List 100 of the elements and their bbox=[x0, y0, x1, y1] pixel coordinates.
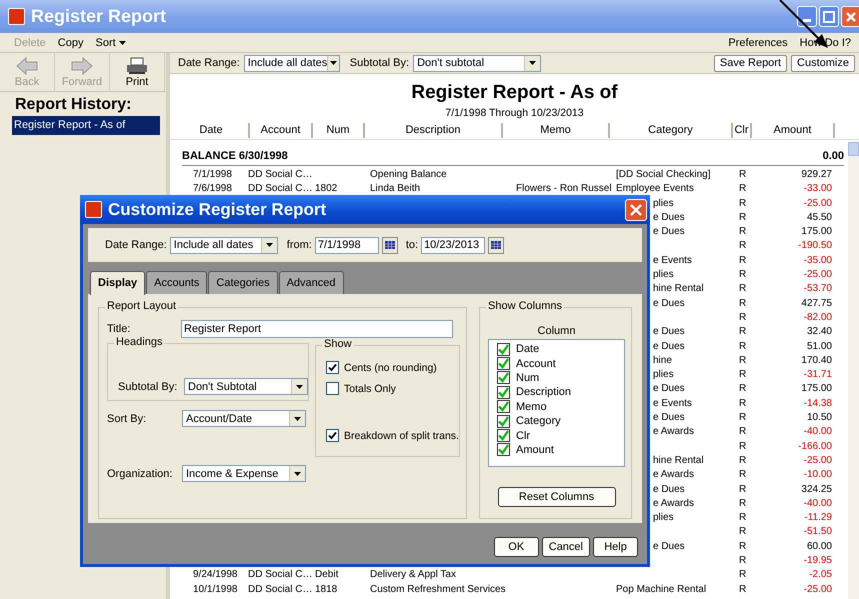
date-range-dropdown[interactable]: Include all dates bbox=[244, 54, 340, 72]
caret-icon bbox=[294, 416, 301, 420]
column-header[interactable]: Num bbox=[313, 123, 365, 138]
checkbox[interactable] bbox=[497, 357, 510, 370]
date-range-dropdown[interactable]: Include all dates bbox=[170, 236, 278, 254]
caret-icon bbox=[266, 243, 273, 247]
left-arrow-icon bbox=[16, 56, 38, 74]
column-list-item[interactable]: Amount bbox=[497, 442, 624, 458]
table-cell-text: 175.00 bbox=[800, 225, 832, 240]
table-cell-text: R bbox=[739, 354, 748, 368]
table-cell-text: 427.75 bbox=[800, 296, 832, 311]
table-cell-text: R bbox=[739, 196, 748, 211]
report-subtitle: 7/1/1998 Through 10/23/2013 bbox=[444, 106, 585, 121]
table-cell: DD Social C… bbox=[248, 183, 312, 194]
table-cell-text: R bbox=[739, 168, 748, 182]
checkbox[interactable] bbox=[497, 400, 510, 414]
tab[interactable]: Accounts bbox=[146, 271, 208, 294]
dialog-button[interactable]: OK bbox=[494, 537, 539, 557]
toolbar-button[interactable]: Customize bbox=[791, 54, 855, 72]
subtotal-dropdown[interactable]: Don't Subtotal bbox=[184, 378, 308, 395]
checkbox-option[interactable]: Breakdown of split trans. bbox=[326, 429, 459, 442]
date-field[interactable]: 10/23/2013 bbox=[421, 236, 486, 254]
minimize-button[interactable] bbox=[797, 6, 817, 27]
calendar-button[interactable] bbox=[382, 236, 398, 254]
checkbox[interactable] bbox=[497, 342, 510, 356]
table-cell: Pop Machine Rental bbox=[616, 584, 706, 595]
column-list-item[interactable]: Account bbox=[497, 356, 624, 371]
table-cell: 10/1/1998 bbox=[193, 584, 238, 595]
checkbox[interactable] bbox=[497, 443, 510, 456]
sort-dropdown[interactable]: Account/Date bbox=[182, 410, 306, 427]
history-item[interactable]: Register Report - As of bbox=[12, 116, 160, 135]
column-header[interactable]: Account bbox=[250, 123, 313, 138]
table-cell-text: R bbox=[739, 225, 748, 240]
column-list-item[interactable]: Category bbox=[497, 414, 624, 428]
caret-icon bbox=[296, 384, 303, 388]
scrollbar[interactable] bbox=[848, 142, 859, 599]
table-cell-text: R bbox=[739, 554, 748, 568]
table-cell-text: 51.00 bbox=[806, 340, 832, 354]
checkbox[interactable] bbox=[326, 429, 339, 442]
report-title: Register Report - As of bbox=[410, 81, 619, 105]
checkbox[interactable] bbox=[326, 361, 339, 374]
table-cell-text: R bbox=[739, 511, 748, 526]
menu-item[interactable]: Copy bbox=[58, 36, 84, 48]
checkbox[interactable] bbox=[497, 371, 510, 384]
table-cell: hine bbox=[653, 354, 672, 366]
tab[interactable]: Advanced bbox=[278, 271, 344, 294]
table-cell: e Dues bbox=[653, 412, 685, 424]
table-cell-text: 175.00 bbox=[800, 382, 832, 396]
calendar-button[interactable] bbox=[488, 236, 504, 254]
table-cell: DD Social C… bbox=[248, 569, 312, 580]
checkbox[interactable] bbox=[497, 429, 510, 442]
table-cell-text: 60.00 bbox=[806, 540, 832, 554]
table-cell: e Dues bbox=[653, 226, 685, 238]
dialog-button[interactable]: Cancel bbox=[542, 537, 590, 557]
column-header[interactable]: Category bbox=[610, 123, 733, 138]
toolbar-button[interactable]: Print bbox=[110, 53, 165, 91]
column-list-item[interactable]: Num bbox=[497, 370, 624, 386]
printer-icon bbox=[126, 56, 148, 74]
table-cell-text: R bbox=[739, 340, 748, 354]
column-list-item[interactable]: Description bbox=[497, 385, 624, 400]
menu-item[interactable]: Sort bbox=[95, 36, 126, 48]
menu-item[interactable]: Preferences bbox=[728, 36, 788, 48]
organization-dropdown[interactable]: Income & Expense bbox=[182, 465, 306, 482]
close-button[interactable] bbox=[625, 198, 647, 220]
close-button[interactable] bbox=[841, 6, 859, 27]
caret-icon bbox=[118, 40, 126, 44]
title-field[interactable]: Register Report bbox=[181, 320, 453, 338]
tab[interactable]: Categories bbox=[208, 271, 278, 294]
subtotal-dropdown[interactable]: Don't subtotal bbox=[413, 54, 542, 72]
column-header[interactable]: Description bbox=[365, 123, 503, 138]
table-cell: Debit bbox=[315, 569, 338, 580]
table-cell: plies bbox=[653, 198, 674, 209]
tab[interactable]: Display bbox=[90, 271, 146, 295]
column-header[interactable]: Amount bbox=[752, 123, 835, 138]
table-cell-text: R bbox=[739, 582, 748, 597]
column-list-item[interactable]: Date bbox=[497, 342, 624, 356]
column-header[interactable]: Date bbox=[174, 123, 250, 138]
checkbox[interactable] bbox=[326, 382, 339, 395]
table-cell-text: R bbox=[739, 268, 748, 282]
date-field[interactable]: 7/1/1998 bbox=[314, 236, 379, 254]
column-list-item[interactable]: Clr bbox=[497, 428, 624, 443]
checkbox[interactable] bbox=[497, 414, 510, 428]
table-cell-text: R bbox=[739, 425, 748, 440]
table-cell-text: -33.00 bbox=[802, 182, 832, 196]
table-cell: e Dues bbox=[653, 484, 685, 495]
dialog-button[interactable]: Help bbox=[593, 537, 638, 557]
column-list-item[interactable]: Memo bbox=[497, 400, 624, 414]
table-cell-text: -166.00 bbox=[797, 440, 832, 454]
table-cell-text: R bbox=[739, 325, 748, 340]
checkbox[interactable] bbox=[497, 386, 510, 399]
table-cell-text: -25.00 bbox=[802, 196, 832, 211]
checkbox-option[interactable]: Totals Only bbox=[326, 382, 459, 395]
table-cell: plies bbox=[653, 269, 674, 280]
column-header[interactable]: Memo bbox=[503, 123, 610, 138]
table-cell: e Events bbox=[653, 254, 692, 266]
reset-columns-button[interactable]: Reset Columns bbox=[498, 487, 616, 507]
table-cell: e Dues bbox=[653, 298, 685, 309]
checkbox-option[interactable]: Cents (no rounding) bbox=[326, 361, 459, 374]
column-header[interactable]: Clr bbox=[733, 123, 752, 138]
toolbar-button[interactable]: Save Report bbox=[714, 54, 788, 72]
